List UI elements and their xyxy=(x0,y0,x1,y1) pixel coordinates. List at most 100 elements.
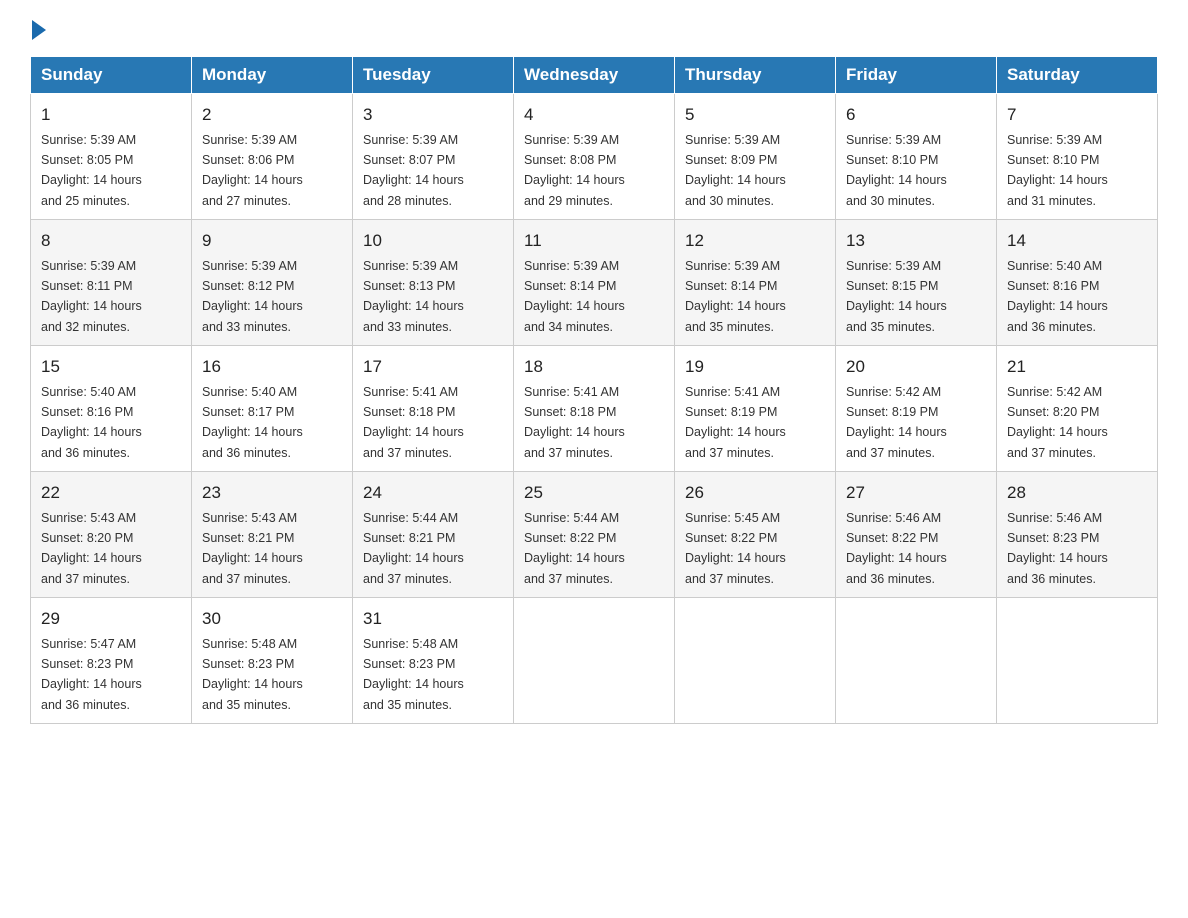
calendar-day-cell xyxy=(836,598,997,724)
calendar-week-row: 8 Sunrise: 5:39 AMSunset: 8:11 PMDayligh… xyxy=(31,220,1158,346)
calendar-day-cell xyxy=(514,598,675,724)
day-number: 5 xyxy=(685,102,825,128)
day-number: 15 xyxy=(41,354,181,380)
logo xyxy=(30,20,46,40)
weekday-header-thursday: Thursday xyxy=(675,57,836,94)
day-number: 4 xyxy=(524,102,664,128)
day-info: Sunrise: 5:39 AMSunset: 8:09 PMDaylight:… xyxy=(685,133,786,208)
day-info: Sunrise: 5:42 AMSunset: 8:19 PMDaylight:… xyxy=(846,385,947,460)
day-number: 23 xyxy=(202,480,342,506)
calendar-table: SundayMondayTuesdayWednesdayThursdayFrid… xyxy=(30,56,1158,724)
day-number: 3 xyxy=(363,102,503,128)
calendar-day-cell: 29 Sunrise: 5:47 AMSunset: 8:23 PMDaylig… xyxy=(31,598,192,724)
day-info: Sunrise: 5:43 AMSunset: 8:21 PMDaylight:… xyxy=(202,511,303,586)
day-number: 30 xyxy=(202,606,342,632)
day-info: Sunrise: 5:39 AMSunset: 8:11 PMDaylight:… xyxy=(41,259,142,334)
day-number: 25 xyxy=(524,480,664,506)
day-info: Sunrise: 5:48 AMSunset: 8:23 PMDaylight:… xyxy=(202,637,303,712)
day-number: 13 xyxy=(846,228,986,254)
day-number: 31 xyxy=(363,606,503,632)
day-info: Sunrise: 5:39 AMSunset: 8:06 PMDaylight:… xyxy=(202,133,303,208)
day-number: 21 xyxy=(1007,354,1147,380)
calendar-day-cell: 20 Sunrise: 5:42 AMSunset: 8:19 PMDaylig… xyxy=(836,346,997,472)
day-number: 12 xyxy=(685,228,825,254)
logo-arrow-icon xyxy=(32,20,46,40)
day-number: 14 xyxy=(1007,228,1147,254)
day-info: Sunrise: 5:46 AMSunset: 8:23 PMDaylight:… xyxy=(1007,511,1108,586)
calendar-day-cell: 23 Sunrise: 5:43 AMSunset: 8:21 PMDaylig… xyxy=(192,472,353,598)
day-info: Sunrise: 5:39 AMSunset: 8:14 PMDaylight:… xyxy=(685,259,786,334)
day-info: Sunrise: 5:48 AMSunset: 8:23 PMDaylight:… xyxy=(363,637,464,712)
calendar-week-row: 22 Sunrise: 5:43 AMSunset: 8:20 PMDaylig… xyxy=(31,472,1158,598)
day-info: Sunrise: 5:44 AMSunset: 8:22 PMDaylight:… xyxy=(524,511,625,586)
day-number: 7 xyxy=(1007,102,1147,128)
calendar-day-cell: 2 Sunrise: 5:39 AMSunset: 8:06 PMDayligh… xyxy=(192,94,353,220)
calendar-day-cell: 12 Sunrise: 5:39 AMSunset: 8:14 PMDaylig… xyxy=(675,220,836,346)
calendar-day-cell: 5 Sunrise: 5:39 AMSunset: 8:09 PMDayligh… xyxy=(675,94,836,220)
calendar-day-cell: 1 Sunrise: 5:39 AMSunset: 8:05 PMDayligh… xyxy=(31,94,192,220)
day-info: Sunrise: 5:43 AMSunset: 8:20 PMDaylight:… xyxy=(41,511,142,586)
calendar-day-cell xyxy=(675,598,836,724)
day-info: Sunrise: 5:40 AMSunset: 8:16 PMDaylight:… xyxy=(41,385,142,460)
day-number: 16 xyxy=(202,354,342,380)
calendar-day-cell: 26 Sunrise: 5:45 AMSunset: 8:22 PMDaylig… xyxy=(675,472,836,598)
day-number: 29 xyxy=(41,606,181,632)
day-info: Sunrise: 5:39 AMSunset: 8:13 PMDaylight:… xyxy=(363,259,464,334)
day-info: Sunrise: 5:39 AMSunset: 8:08 PMDaylight:… xyxy=(524,133,625,208)
weekday-header-tuesday: Tuesday xyxy=(353,57,514,94)
calendar-week-row: 15 Sunrise: 5:40 AMSunset: 8:16 PMDaylig… xyxy=(31,346,1158,472)
day-number: 11 xyxy=(524,228,664,254)
calendar-day-cell: 3 Sunrise: 5:39 AMSunset: 8:07 PMDayligh… xyxy=(353,94,514,220)
calendar-day-cell: 13 Sunrise: 5:39 AMSunset: 8:15 PMDaylig… xyxy=(836,220,997,346)
calendar-day-cell: 31 Sunrise: 5:48 AMSunset: 8:23 PMDaylig… xyxy=(353,598,514,724)
day-number: 10 xyxy=(363,228,503,254)
day-number: 19 xyxy=(685,354,825,380)
calendar-day-cell: 22 Sunrise: 5:43 AMSunset: 8:20 PMDaylig… xyxy=(31,472,192,598)
calendar-day-cell: 27 Sunrise: 5:46 AMSunset: 8:22 PMDaylig… xyxy=(836,472,997,598)
calendar-day-cell: 14 Sunrise: 5:40 AMSunset: 8:16 PMDaylig… xyxy=(997,220,1158,346)
day-info: Sunrise: 5:39 AMSunset: 8:10 PMDaylight:… xyxy=(1007,133,1108,208)
day-info: Sunrise: 5:41 AMSunset: 8:19 PMDaylight:… xyxy=(685,385,786,460)
day-number: 9 xyxy=(202,228,342,254)
day-number: 22 xyxy=(41,480,181,506)
calendar-day-cell: 19 Sunrise: 5:41 AMSunset: 8:19 PMDaylig… xyxy=(675,346,836,472)
day-info: Sunrise: 5:39 AMSunset: 8:14 PMDaylight:… xyxy=(524,259,625,334)
day-number: 28 xyxy=(1007,480,1147,506)
day-info: Sunrise: 5:41 AMSunset: 8:18 PMDaylight:… xyxy=(524,385,625,460)
day-number: 26 xyxy=(685,480,825,506)
day-info: Sunrise: 5:45 AMSunset: 8:22 PMDaylight:… xyxy=(685,511,786,586)
calendar-day-cell: 17 Sunrise: 5:41 AMSunset: 8:18 PMDaylig… xyxy=(353,346,514,472)
calendar-day-cell: 16 Sunrise: 5:40 AMSunset: 8:17 PMDaylig… xyxy=(192,346,353,472)
day-number: 6 xyxy=(846,102,986,128)
day-info: Sunrise: 5:40 AMSunset: 8:17 PMDaylight:… xyxy=(202,385,303,460)
calendar-day-cell: 10 Sunrise: 5:39 AMSunset: 8:13 PMDaylig… xyxy=(353,220,514,346)
day-number: 27 xyxy=(846,480,986,506)
calendar-day-cell: 9 Sunrise: 5:39 AMSunset: 8:12 PMDayligh… xyxy=(192,220,353,346)
day-info: Sunrise: 5:39 AMSunset: 8:12 PMDaylight:… xyxy=(202,259,303,334)
calendar-day-cell: 18 Sunrise: 5:41 AMSunset: 8:18 PMDaylig… xyxy=(514,346,675,472)
calendar-day-cell xyxy=(997,598,1158,724)
day-info: Sunrise: 5:39 AMSunset: 8:07 PMDaylight:… xyxy=(363,133,464,208)
calendar-day-cell: 15 Sunrise: 5:40 AMSunset: 8:16 PMDaylig… xyxy=(31,346,192,472)
weekday-header-friday: Friday xyxy=(836,57,997,94)
day-number: 20 xyxy=(846,354,986,380)
day-info: Sunrise: 5:41 AMSunset: 8:18 PMDaylight:… xyxy=(363,385,464,460)
calendar-day-cell: 6 Sunrise: 5:39 AMSunset: 8:10 PMDayligh… xyxy=(836,94,997,220)
day-number: 8 xyxy=(41,228,181,254)
calendar-day-cell: 11 Sunrise: 5:39 AMSunset: 8:14 PMDaylig… xyxy=(514,220,675,346)
weekday-header-row: SundayMondayTuesdayWednesdayThursdayFrid… xyxy=(31,57,1158,94)
calendar-day-cell: 21 Sunrise: 5:42 AMSunset: 8:20 PMDaylig… xyxy=(997,346,1158,472)
calendar-day-cell: 8 Sunrise: 5:39 AMSunset: 8:11 PMDayligh… xyxy=(31,220,192,346)
calendar-week-row: 29 Sunrise: 5:47 AMSunset: 8:23 PMDaylig… xyxy=(31,598,1158,724)
day-number: 2 xyxy=(202,102,342,128)
weekday-header-sunday: Sunday xyxy=(31,57,192,94)
calendar-day-cell: 25 Sunrise: 5:44 AMSunset: 8:22 PMDaylig… xyxy=(514,472,675,598)
calendar-week-row: 1 Sunrise: 5:39 AMSunset: 8:05 PMDayligh… xyxy=(31,94,1158,220)
day-info: Sunrise: 5:40 AMSunset: 8:16 PMDaylight:… xyxy=(1007,259,1108,334)
day-number: 17 xyxy=(363,354,503,380)
day-info: Sunrise: 5:46 AMSunset: 8:22 PMDaylight:… xyxy=(846,511,947,586)
day-info: Sunrise: 5:39 AMSunset: 8:05 PMDaylight:… xyxy=(41,133,142,208)
calendar-day-cell: 30 Sunrise: 5:48 AMSunset: 8:23 PMDaylig… xyxy=(192,598,353,724)
calendar-day-cell: 7 Sunrise: 5:39 AMSunset: 8:10 PMDayligh… xyxy=(997,94,1158,220)
calendar-day-cell: 28 Sunrise: 5:46 AMSunset: 8:23 PMDaylig… xyxy=(997,472,1158,598)
